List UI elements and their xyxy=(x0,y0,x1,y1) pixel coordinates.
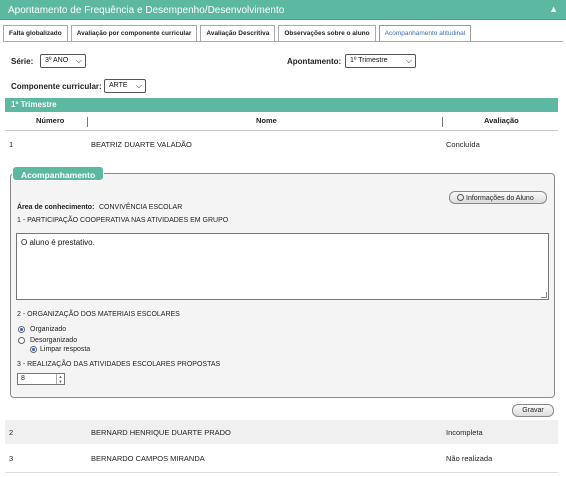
panel-header: Apontamento de Frequência e Desempenho/D… xyxy=(0,0,566,20)
area-label: Área de conhecimento: xyxy=(17,204,95,211)
row-numero: 2 xyxy=(9,428,14,437)
apontamento-select[interactable]: 1º Trimestre ⌵ xyxy=(345,54,416,68)
column-header-avaliacao: Avaliação xyxy=(484,116,519,125)
question-2: 2 - ORGANIZAÇÃO DOS MATERIAIS ESCOLARES xyxy=(17,311,180,318)
componente-label: Componente curricular: xyxy=(11,82,102,91)
chevron-down-icon: ⌵ xyxy=(405,56,412,65)
tab-bar: Falta globalizado Avaliação por componen… xyxy=(3,25,474,41)
row-numero: 3 xyxy=(9,454,14,463)
table-bottom-divider xyxy=(5,472,558,473)
question-3: 3 - REALIZAÇÃO DAS ATIVIDADES ESCOLARES … xyxy=(17,361,221,368)
stepper-arrows-icon[interactable]: ▲ ▼ xyxy=(56,374,64,384)
row-avaliacao: Incompleta xyxy=(446,428,483,437)
clear-answer-link[interactable]: Limpar resposta xyxy=(40,346,90,353)
save-button[interactable]: Gravar xyxy=(512,404,554,417)
serie-value: 3º ANO xyxy=(45,57,69,64)
resize-handle-icon[interactable] xyxy=(541,292,547,298)
componente-value: ARTE xyxy=(109,82,128,89)
table-row[interactable]: 1 BEATRIZ DUARTE VALADÃO Concluída xyxy=(5,132,558,156)
row-nome: BEATRIZ DUARTE VALADÃO xyxy=(91,140,192,149)
chevron-down-icon: ⌵ xyxy=(135,81,142,90)
componente-select[interactable]: ARTE ⌵ xyxy=(104,79,146,93)
row-numero: 1 xyxy=(9,140,14,149)
tab-avaliacao-componente[interactable]: Avaliação por componente curricular xyxy=(70,25,198,41)
serie-label: Série: xyxy=(11,57,34,66)
section-header: 1º Trimestre xyxy=(5,98,558,112)
apontamento-value: 1º Trimestre xyxy=(350,57,388,64)
radio-desorganizado[interactable] xyxy=(18,337,25,344)
row-avaliacao: Concluída xyxy=(446,140,480,149)
panel-title: Apontamento de Frequência e Desempenho/D… xyxy=(8,5,285,16)
header-divider xyxy=(5,130,558,131)
radio-desorganizado-label: Desorganizado xyxy=(30,337,78,344)
tab-acompanhamento-atitudinal[interactable]: Acompanhamento atitudinal xyxy=(378,25,472,41)
column-header-nome: Nome xyxy=(256,116,277,125)
informacoes-aluno-button[interactable]: Informações do Aluno xyxy=(449,191,547,204)
serie-select[interactable]: 3º ANO ⌵ xyxy=(40,54,86,68)
column-header-numero: Número xyxy=(36,116,65,125)
tab-falta-globalizado[interactable]: Falta globalizado xyxy=(3,25,68,41)
row-nome: BERNARD HENRIQUE DUARTE PRADO xyxy=(91,428,231,437)
radio-organizado-label: Organizado xyxy=(30,326,67,333)
acompanhamento-title: Acompanhamento xyxy=(12,166,105,181)
table-row[interactable]: 2 BERNARD HENRIQUE DUARTE PRADO Incomple… xyxy=(5,420,558,444)
radio-organizado[interactable] xyxy=(18,326,25,333)
column-divider xyxy=(87,117,88,127)
collapse-icon[interactable]: ▲ xyxy=(549,4,558,14)
chevron-down-icon: ⌵ xyxy=(75,56,82,65)
answer-textarea[interactable]: O aluno é prestativo. xyxy=(16,233,549,300)
tab-avaliacao-descritiva[interactable]: Avaliação Descritiva xyxy=(200,25,276,41)
table-row[interactable]: 3 BERNARDO CAMPOS MIRANDA Não realizada xyxy=(5,446,558,470)
answer-text: O aluno é prestativo. xyxy=(21,238,95,247)
area-value: CONVIVÊNCIA ESCOLAR xyxy=(99,204,183,211)
column-divider xyxy=(442,117,443,127)
row-nome: BERNARDO CAMPOS MIRANDA xyxy=(91,454,205,463)
stepper-value: 8 xyxy=(21,375,25,382)
clear-answer-icon[interactable] xyxy=(30,346,37,353)
apontamento-label: Apontamento: xyxy=(287,57,342,66)
tab-observacoes[interactable]: Observações sobre o aluno xyxy=(278,25,376,41)
row-avaliacao: Não realizada xyxy=(446,454,493,463)
tabs-divider xyxy=(3,41,563,42)
search-icon xyxy=(457,194,464,201)
quantity-stepper[interactable]: 8 ▲ ▼ xyxy=(17,373,65,385)
question-1: 1 - PARTICIPAÇÃO COOPERATIVA NAS ATIVIDA… xyxy=(17,217,229,224)
informacoes-aluno-label: Informações do Aluno xyxy=(466,195,534,202)
